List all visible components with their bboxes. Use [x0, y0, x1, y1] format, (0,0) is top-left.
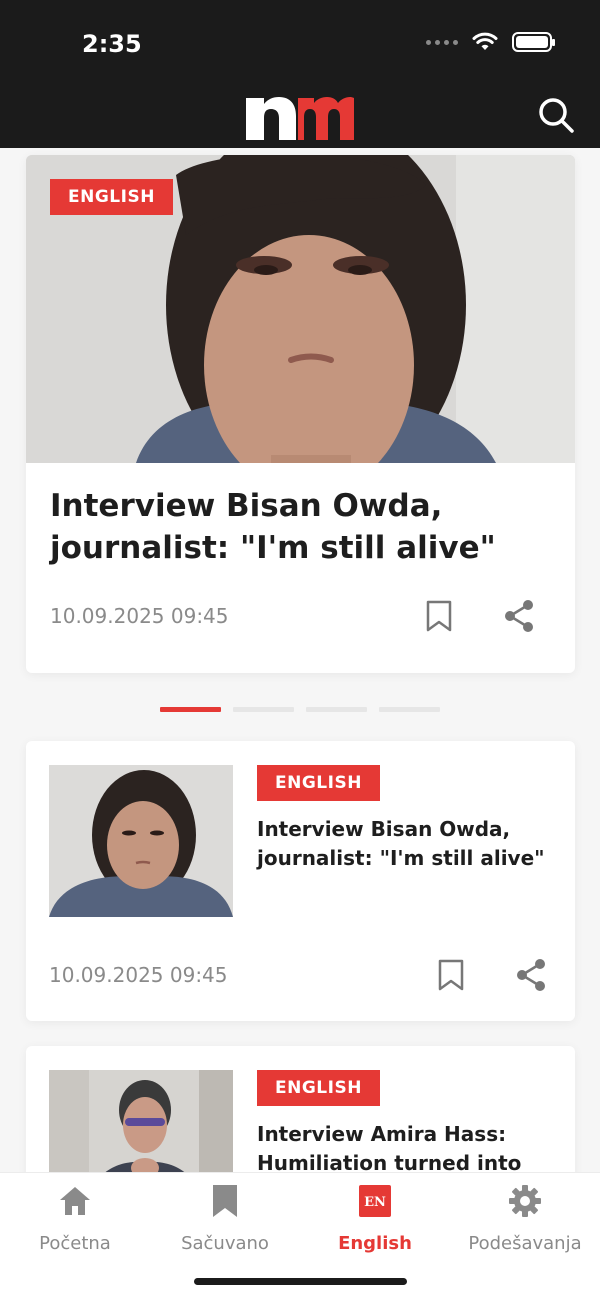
- bookmark-button[interactable]: [422, 598, 456, 634]
- share-icon: [505, 600, 533, 632]
- app-header: 2:35: [0, 0, 600, 148]
- article-date: 10.09.2025 09:45: [50, 604, 229, 628]
- wifi-icon: [472, 32, 498, 50]
- category-badge[interactable]: ENGLISH: [50, 179, 173, 215]
- featured-article-title[interactable]: Interview Bisan Owda, journalist: "I'm s…: [50, 485, 550, 569]
- tab-label: Početna: [39, 1233, 111, 1254]
- cellular-signal-icon: [426, 39, 458, 45]
- battery-icon: [512, 32, 555, 52]
- portrait-photo: [49, 765, 233, 917]
- carousel-pager: [160, 707, 440, 712]
- home-indicator: [194, 1278, 407, 1285]
- tab-podesavanja[interactable]: Podešavanja: [450, 1183, 600, 1254]
- tab-english[interactable]: EN English: [300, 1183, 450, 1254]
- article-title[interactable]: Interview Amira Hass: Humiliation turned…: [257, 1120, 557, 1178]
- en-icon: EN: [357, 1183, 393, 1219]
- home-icon: [57, 1183, 93, 1219]
- article-title[interactable]: Interview Bisan Owda, journalist: "I'm s…: [257, 815, 557, 873]
- article-date: 10.09.2025 09:45: [49, 963, 228, 987]
- gear-icon: [507, 1183, 543, 1219]
- search-icon[interactable]: [536, 95, 576, 135]
- tab-label: Podešavanja: [468, 1233, 582, 1254]
- nm-logo[interactable]: [246, 90, 354, 140]
- tab-sacuvano[interactable]: Sačuvano: [150, 1183, 300, 1254]
- article-card[interactable]: ENGLISH Interview Bisan Owda, journalist…: [26, 741, 575, 1021]
- tab-pocetna[interactable]: Početna: [0, 1183, 150, 1254]
- bookmark-icon: [426, 600, 452, 632]
- category-badge[interactable]: ENGLISH: [257, 1070, 380, 1106]
- pager-dot[interactable]: [379, 707, 440, 712]
- bookmark-button[interactable]: [434, 957, 468, 993]
- featured-article-card[interactable]: ENGLISH Interview Bisan Owda, journalist…: [26, 155, 575, 673]
- status-icons: [426, 32, 555, 52]
- share-icon: [517, 959, 545, 991]
- tab-label: Sačuvano: [181, 1233, 269, 1254]
- share-button[interactable]: [514, 957, 548, 993]
- article-thumbnail[interactable]: [49, 765, 233, 917]
- pager-dot[interactable]: [306, 707, 367, 712]
- status-time: 2:35: [82, 30, 142, 58]
- bookmark-icon: [207, 1183, 243, 1219]
- en-icon-text: EN: [364, 1195, 386, 1210]
- pager-dot[interactable]: [233, 707, 294, 712]
- category-badge[interactable]: ENGLISH: [257, 765, 380, 801]
- tab-label: English: [338, 1233, 412, 1254]
- bookmark-icon: [438, 959, 464, 991]
- share-button[interactable]: [502, 598, 536, 634]
- featured-article-image[interactable]: ENGLISH: [26, 155, 575, 463]
- pager-dot-active[interactable]: [160, 707, 221, 712]
